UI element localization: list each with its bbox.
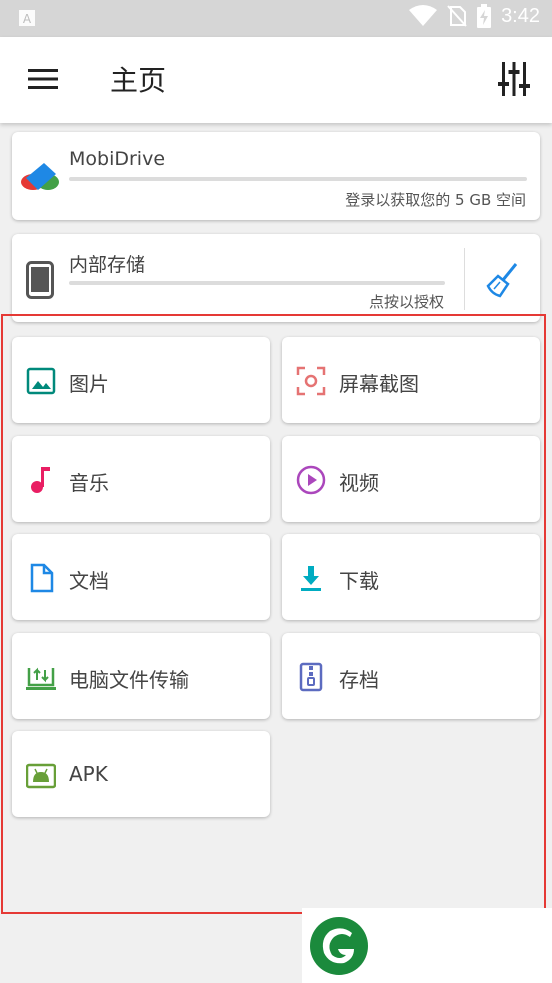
wifi-icon [409,5,438,26]
android-icon [25,760,57,790]
category-label: 电脑文件传输 [69,668,189,692]
internal-storage-subtitle: 点按以授权 [368,293,444,311]
category-label: APK [69,762,108,786]
category-card-play-circle[interactable]: 视频 [282,436,540,522]
tune-icon[interactable] [498,62,530,96]
mobidrive-subtitle: 登录以获取您的 5 GB 空间 [345,191,526,209]
download-icon [296,563,326,593]
mobidrive-card[interactable]: MobiDrive 登录以获取您的 5 GB 空间 [12,132,540,220]
no-sim-icon [447,5,467,27]
category-label: 屏幕截图 [339,372,419,396]
image-icon [26,366,56,396]
category-card-android[interactable]: APK [12,731,270,817]
pc-transfer-icon [26,662,56,692]
a-notification-icon: A [19,10,35,26]
menu-icon[interactable] [28,67,58,91]
category-card-pc-transfer[interactable]: 电脑文件传输 [12,633,270,719]
status-bar: A 3:42 [0,0,552,37]
category-card-image[interactable]: 图片 [12,337,270,423]
mobidrive-progress [69,177,527,181]
green-logo [310,917,368,975]
category-label: 文档 [69,569,109,593]
internal-storage-progress [69,281,445,285]
category-label: 存档 [339,668,379,692]
category-card-music-note[interactable]: 音乐 [12,436,270,522]
mobidrive-title: MobiDrive [69,148,166,170]
category-card-download[interactable]: 下载 [282,534,540,620]
svg-text:A: A [23,12,32,26]
broom-icon[interactable] [486,262,520,298]
category-label: 图片 [69,372,109,396]
document-icon [26,563,56,593]
battery-charging-icon [477,4,492,28]
internal-storage-title: 内部存储 [69,254,146,276]
category-label: 音乐 [69,471,109,495]
internal-storage-card[interactable]: 内部存储 点按以授权 [12,234,540,322]
divider [464,248,465,310]
mobidrive-logo [21,163,59,190]
archive-icon [296,662,326,692]
category-card-document[interactable]: 文档 [12,534,270,620]
status-time: 3:42 [501,4,540,27]
play-circle-icon [296,465,326,495]
app-bar: 主页 [0,37,552,123]
category-label: 视频 [339,471,379,495]
category-card-screenshot[interactable]: 屏幕截图 [282,337,540,423]
page-title: 主页 [110,64,167,97]
phone-icon [26,261,54,299]
category-label: 下载 [339,569,379,593]
screenshot-icon [296,366,326,396]
category-card-archive[interactable]: 存档 [282,633,540,719]
music-note-icon [26,465,56,495]
